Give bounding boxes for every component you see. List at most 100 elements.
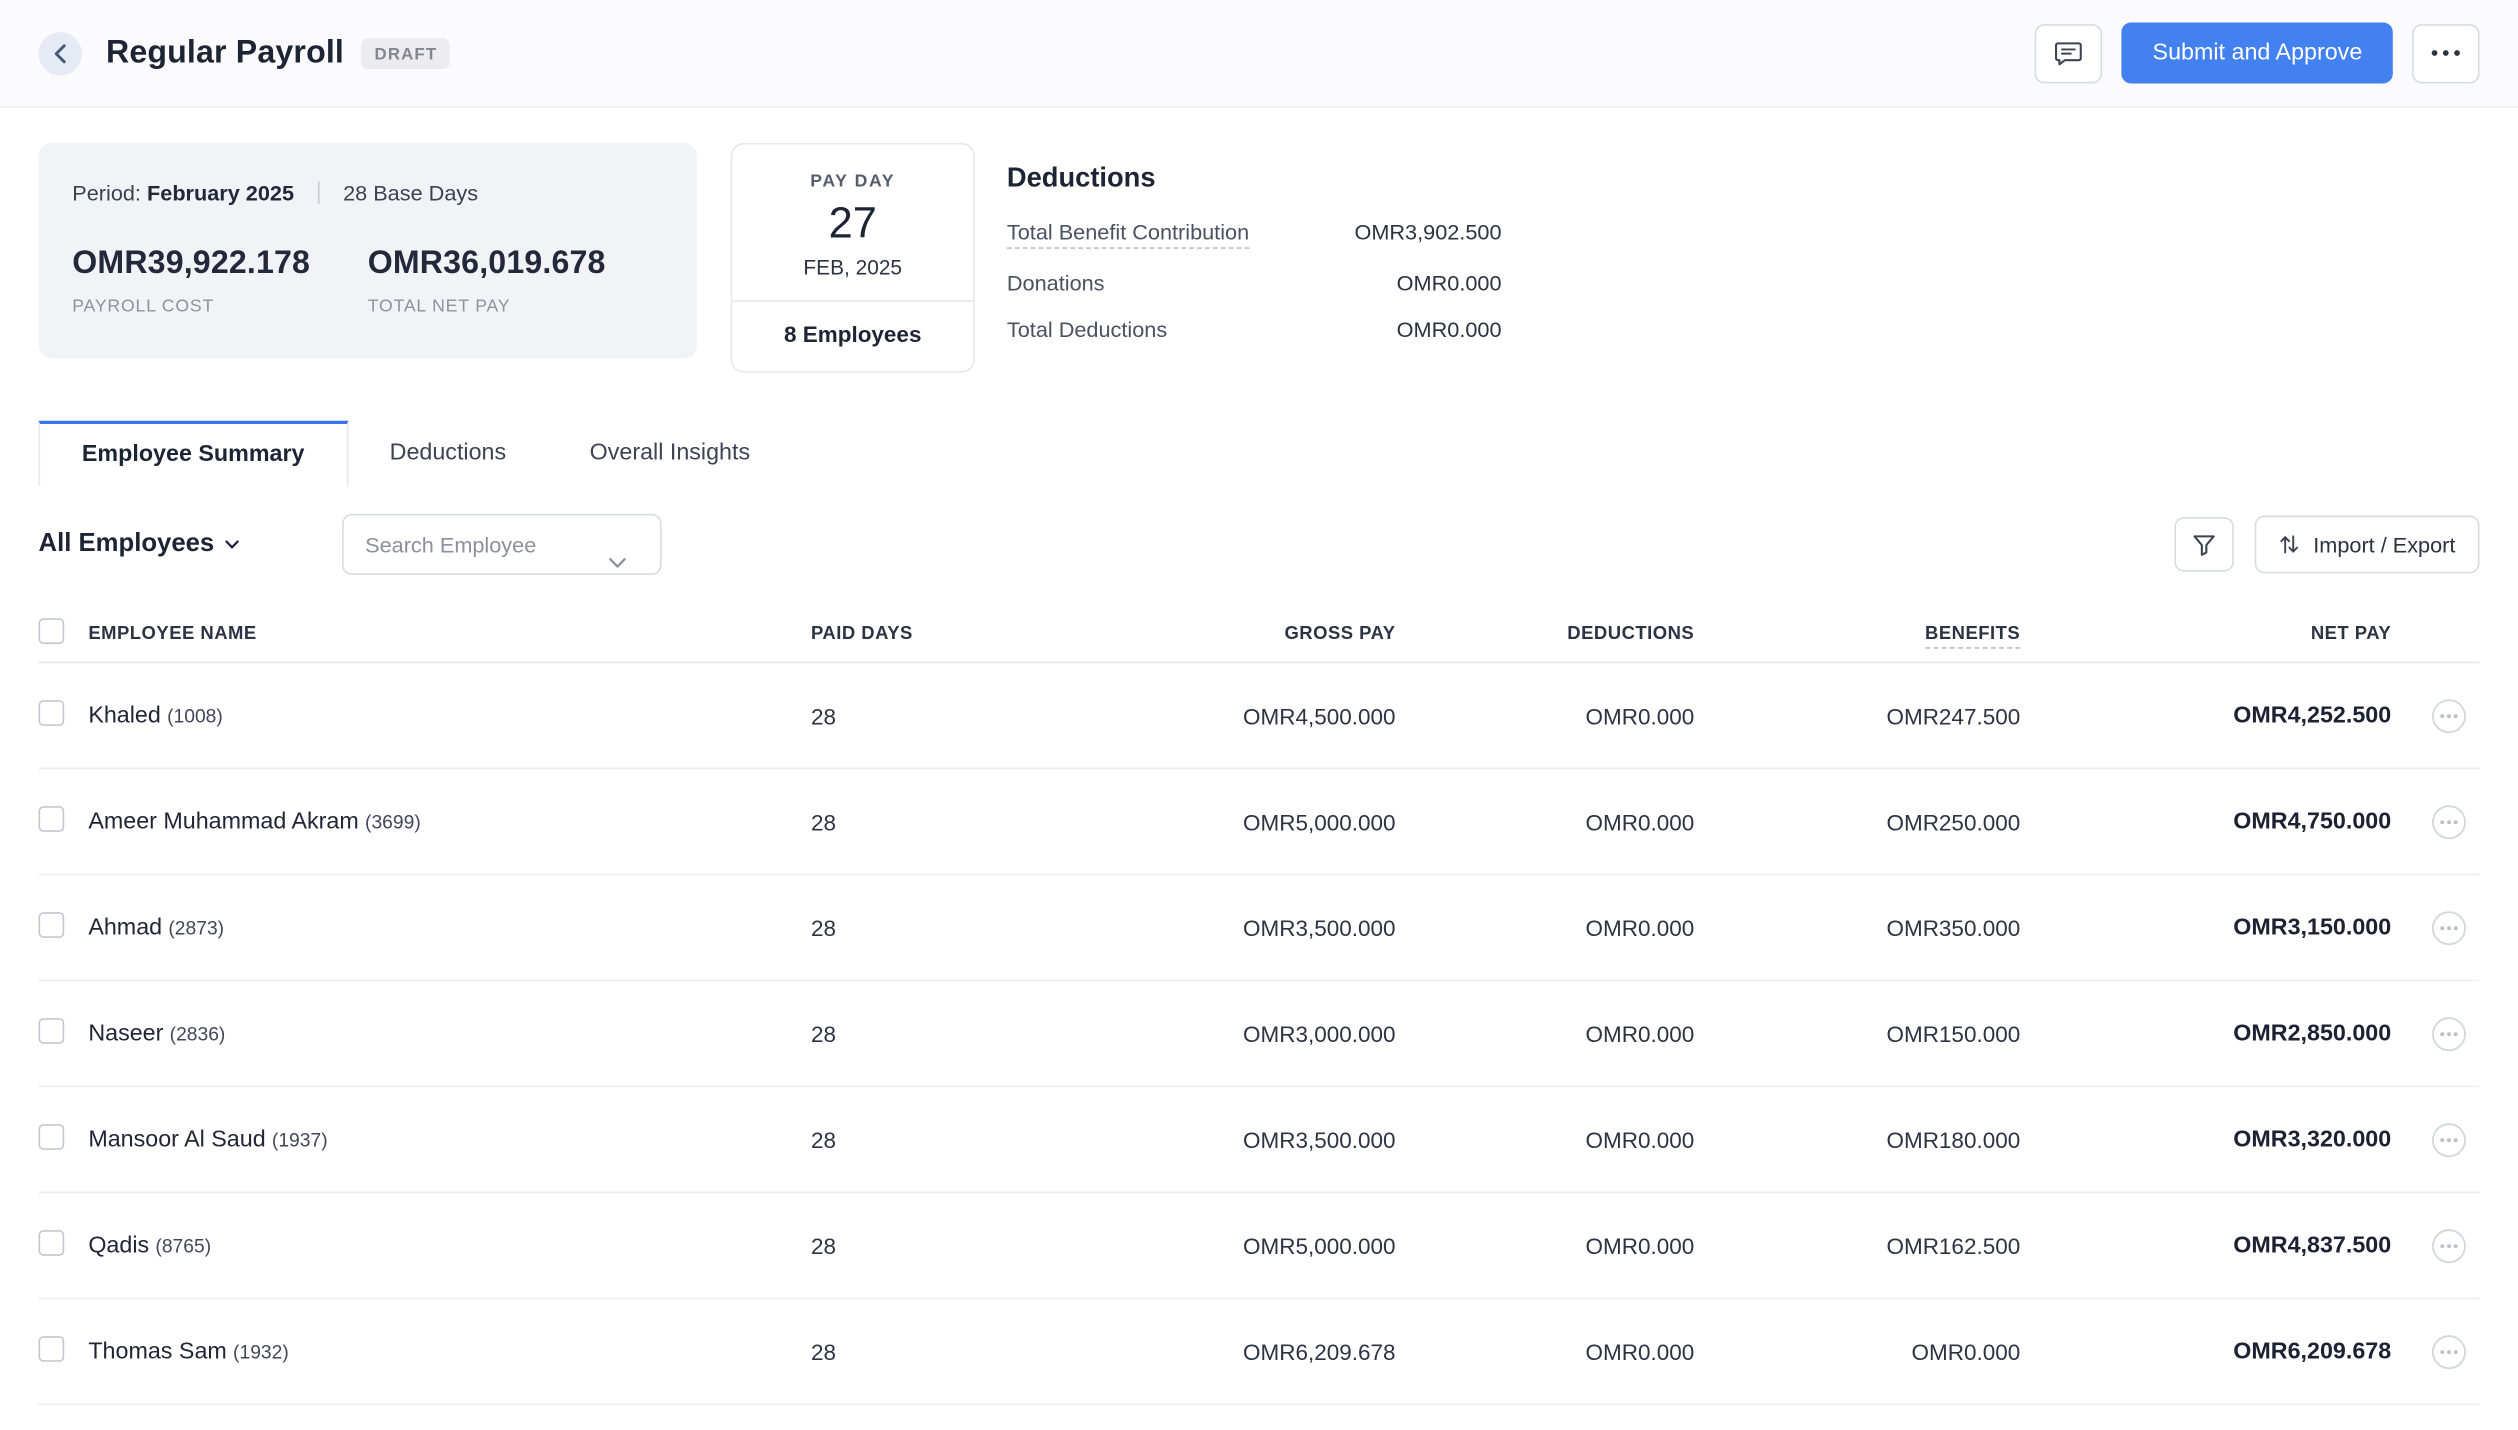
paid-days-cell: 28 [811, 1339, 1004, 1365]
deductions-cell: OMR0.000 [1396, 1127, 1695, 1153]
table-row[interactable]: Naseer (2836) 28 OMR3,000.000 OMR0.000 O… [39, 981, 2480, 1087]
deduction-value: OMR0.000 [1397, 318, 1502, 342]
payroll-app: Regular Payroll DRAFT Submit and Approve… [0, 0, 2518, 1405]
chevron-left-icon [53, 43, 67, 64]
row-checkbox[interactable] [39, 700, 65, 726]
table-row[interactable]: Khaled (1008) 28 OMR4,500.000 OMR0.000 O… [39, 663, 2480, 769]
app-header: Regular Payroll DRAFT Submit and Approve [0, 0, 2518, 108]
employee-id: (3699) [365, 811, 421, 833]
base-days: 28 Base Days [343, 181, 478, 205]
ellipsis-circle-icon [2431, 1228, 2466, 1263]
row-actions-button[interactable] [2431, 804, 2466, 839]
row-checkbox[interactable] [39, 912, 65, 938]
paid-days-cell: 28 [811, 915, 1004, 941]
payday-date: FEB, 2025 [752, 255, 954, 279]
gross-pay-cell: OMR3,500.000 [1004, 1127, 1396, 1153]
submit-approve-button[interactable]: Submit and Approve [2122, 22, 2393, 83]
ellipsis-circle-icon [2431, 698, 2466, 733]
gross-pay-cell: OMR3,500.000 [1004, 915, 1396, 941]
column-header-paid-days: PAID DAYS [811, 625, 1004, 644]
gross-pay-cell: OMR5,000.000 [1004, 1233, 1396, 1259]
ellipsis-circle-icon [2431, 804, 2466, 839]
net-pay-cell: OMR3,320.000 [2020, 1127, 2391, 1153]
net-pay-cell: OMR2,850.000 [2020, 1021, 2391, 1047]
employee-search [343, 514, 663, 575]
comment-icon [2055, 39, 2084, 66]
deductions-summary: Deductions Total Benefit Contribution OM… [1007, 143, 1502, 365]
deductions-title: Deductions [1007, 162, 1502, 194]
payroll-cost-label: PAYROLL COST [72, 297, 367, 316]
benefits-cell: OMR180.000 [1694, 1127, 2020, 1153]
column-header-benefits: BENEFITS [1694, 625, 2020, 644]
deduction-value: OMR0.000 [1397, 271, 1502, 295]
benefits-cell: OMR0.000 [1694, 1339, 2020, 1365]
row-actions-button[interactable] [2431, 910, 2466, 945]
row-actions-button[interactable] [2431, 1334, 2466, 1369]
total-net-pay-value: OMR36,019.678 [368, 246, 663, 283]
employee-name[interactable]: Ahmad [88, 915, 162, 941]
deductions-cell: OMR0.000 [1396, 1339, 1695, 1365]
row-checkbox[interactable] [39, 1336, 65, 1362]
deduction-label: Donations [1007, 271, 1105, 295]
deduction-label[interactable]: Total Benefit Contribution [1007, 220, 1249, 249]
employee-name[interactable]: Naseer [88, 1021, 163, 1047]
table-row[interactable]: Mansoor Al Saud (1937) 28 OMR3,500.000 O… [39, 1087, 2480, 1193]
tab-overall-insights[interactable]: Overall Insights [548, 421, 792, 487]
employee-filter-dropdown[interactable]: All Employees [39, 530, 240, 559]
comments-button[interactable] [2035, 23, 2102, 82]
column-header-employee-name: EMPLOYEE NAME [88, 625, 811, 644]
row-checkbox[interactable] [39, 1124, 65, 1150]
row-actions-button[interactable] [2431, 1228, 2466, 1263]
tab-deductions[interactable]: Deductions [348, 421, 548, 487]
net-pay-cell: OMR3,150.000 [2020, 915, 2391, 941]
benefits-cell: OMR247.500 [1694, 703, 2020, 729]
period-value: February 2025 [147, 181, 294, 205]
table-row[interactable]: Ameer Muhammad Akram (3699) 28 OMR5,000.… [39, 769, 2480, 875]
row-checkbox[interactable] [39, 1018, 65, 1044]
tab-employee-summary[interactable]: Employee Summary [39, 421, 348, 487]
gross-pay-cell: OMR3,000.000 [1004, 1021, 1396, 1047]
employee-name[interactable]: Ameer Muhammad Akram [88, 809, 358, 835]
paid-days-cell: 28 [811, 1127, 1004, 1153]
total-net-pay-label: TOTAL NET PAY [368, 297, 663, 316]
filter-button[interactable] [2175, 517, 2234, 572]
payday-card: PAY DAY 27 FEB, 2025 8 Employees [731, 143, 975, 373]
employee-name[interactable]: Khaled [88, 703, 161, 729]
row-actions-button[interactable] [2431, 1122, 2466, 1157]
deductions-cell: OMR0.000 [1396, 1233, 1695, 1259]
table-row[interactable]: Thomas Sam (1932) 28 OMR6,209.678 OMR0.0… [39, 1299, 2480, 1405]
deduction-value: OMR3,902.500 [1354, 220, 1501, 244]
row-checkbox[interactable] [39, 806, 65, 832]
select-all-checkbox[interactable] [39, 617, 65, 643]
benefits-cell: OMR250.000 [1694, 809, 2020, 835]
payday-label: PAY DAY [752, 172, 954, 191]
divider [732, 300, 973, 302]
column-header-deductions: DEDUCTIONS [1396, 625, 1695, 644]
paid-days-cell: 28 [811, 809, 1004, 835]
deduction-label: Total Deductions [1007, 318, 1167, 342]
ellipsis-icon [2431, 50, 2460, 56]
payday-day: 27 [752, 199, 954, 249]
back-button[interactable] [39, 31, 82, 74]
gross-pay-cell: OMR5,000.000 [1004, 809, 1396, 835]
table-row[interactable]: Qadis (8765) 28 OMR5,000.000 OMR0.000 OM… [39, 1193, 2480, 1299]
import-export-label: Import / Export [2313, 532, 2455, 556]
employee-id: (1932) [233, 1341, 289, 1363]
column-header-net-pay: NET PAY [2020, 625, 2391, 644]
more-options-button[interactable] [2412, 23, 2479, 82]
payroll-cost-value: OMR39,922.178 [72, 246, 367, 283]
employee-id: (1008) [167, 705, 223, 727]
employee-id: (2873) [168, 917, 224, 939]
paid-days-cell: 28 [811, 1233, 1004, 1259]
employee-name[interactable]: Qadis [88, 1233, 149, 1259]
tab-bar: Employee Summary Deductions Overall Insi… [39, 421, 2480, 487]
row-actions-button[interactable] [2431, 1016, 2466, 1051]
employee-name[interactable]: Thomas Sam [88, 1339, 226, 1365]
employee-name[interactable]: Mansoor Al Saud [88, 1127, 265, 1153]
employee-table: EMPLOYEE NAME PAID DAYS GROSS PAY DEDUCT… [39, 607, 2480, 1405]
gross-pay-cell: OMR6,209.678 [1004, 1339, 1396, 1365]
import-export-button[interactable]: Import / Export [2255, 515, 2479, 573]
row-checkbox[interactable] [39, 1230, 65, 1256]
table-row[interactable]: Ahmad (2873) 28 OMR3,500.000 OMR0.000 OM… [39, 875, 2480, 981]
row-actions-button[interactable] [2431, 698, 2466, 733]
